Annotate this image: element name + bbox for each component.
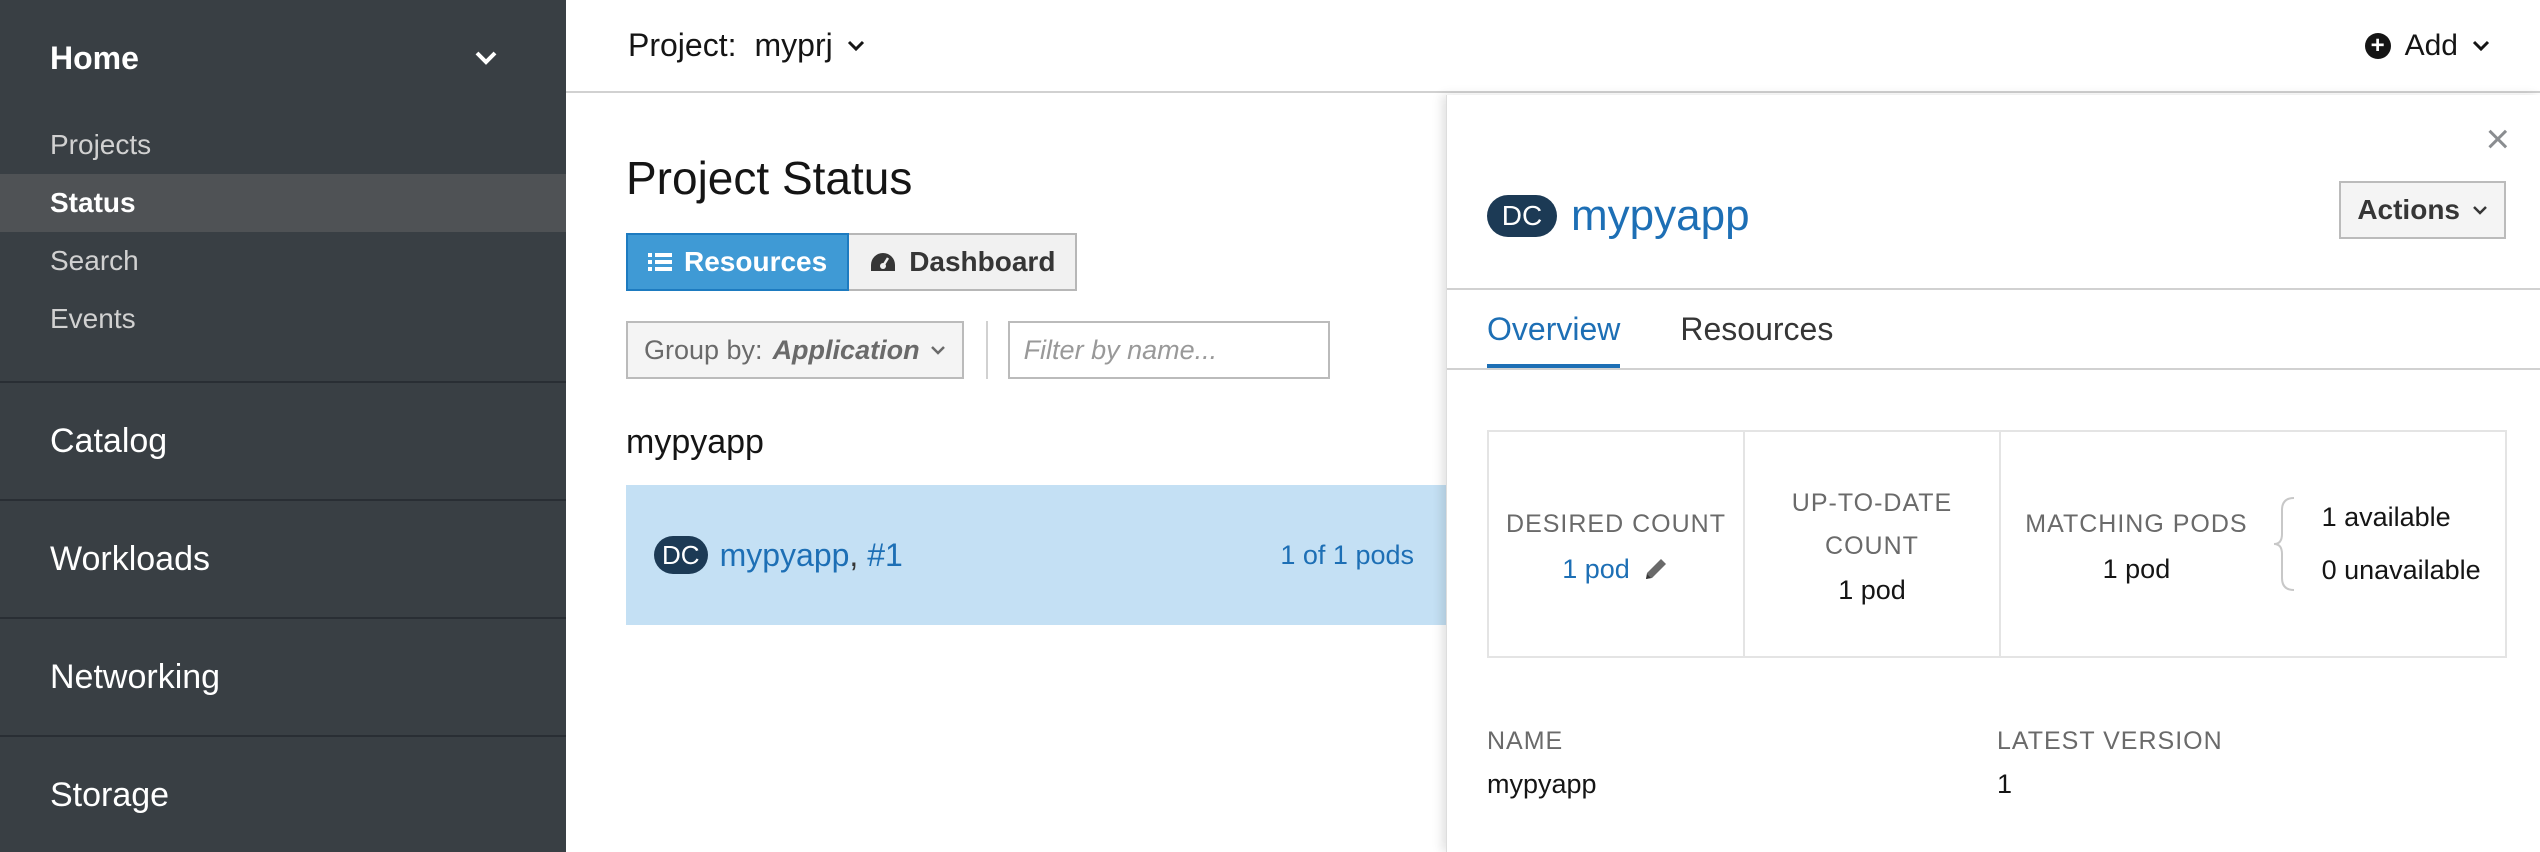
project-switcher[interactable]: Project: myprj bbox=[628, 27, 865, 64]
main-content: Project Status Resources Dashboard Group… bbox=[566, 95, 1446, 852]
sidebar-home-label: Home bbox=[50, 39, 139, 76]
sidebar-item-storage[interactable]: Storage bbox=[0, 735, 566, 852]
dc-version-link[interactable]: #1 bbox=[867, 537, 903, 573]
matching-pods-label: MATCHING PODS bbox=[2025, 510, 2248, 539]
list-icon bbox=[648, 253, 672, 271]
dc-link-group: mypyapp, #1 bbox=[720, 537, 903, 574]
sidebar-item-projects[interactable]: Projects bbox=[0, 116, 566, 174]
divider bbox=[985, 321, 988, 379]
filter-by-name-input[interactable] bbox=[1007, 321, 1330, 379]
name-value: mypyapp bbox=[1487, 769, 1597, 799]
sidebar-home-toggle[interactable]: Home bbox=[50, 36, 500, 80]
top-bar: Project: myprj + Add bbox=[566, 0, 2540, 93]
chevron-down-icon bbox=[2473, 206, 2487, 215]
dc-badge: DC bbox=[1487, 195, 1557, 237]
unavailable-count: 0 unavailable bbox=[2321, 555, 2481, 585]
resources-view-label: Resources bbox=[684, 246, 828, 277]
tab-resources[interactable]: Resources bbox=[1680, 290, 1833, 368]
deployment-config-row[interactable]: DC mypyapp, #1 1 of 1 pods bbox=[626, 485, 1446, 625]
panel-title: DC mypyapp bbox=[1487, 191, 1750, 241]
group-by-value: Application bbox=[772, 334, 920, 365]
chevron-down-icon bbox=[472, 44, 500, 72]
panel-resource-name[interactable]: mypyapp bbox=[1571, 191, 1750, 241]
latest-version-value: 1 bbox=[1997, 769, 2013, 799]
sidebar: Home Projects Status Search Events Catal… bbox=[0, 0, 566, 852]
sidebar-item-networking[interactable]: Networking bbox=[0, 617, 566, 735]
chevron-down-icon bbox=[930, 346, 945, 355]
uptodate-count-cell: UP-TO-DATE COUNT 1 pod bbox=[1745, 432, 2001, 656]
group-by-label: Group by: bbox=[644, 334, 763, 365]
group-by-dropdown[interactable]: Group by: Application bbox=[626, 321, 964, 379]
chevron-down-icon bbox=[847, 40, 864, 51]
availability-list: 1 available 0 unavailable bbox=[2322, 502, 2481, 586]
home-section: Home Projects Status Search Events bbox=[0, 0, 566, 381]
brace-icon bbox=[2273, 497, 2294, 591]
project-label: Project: bbox=[628, 27, 737, 63]
desired-count-cell: DESIRED COUNT 1 pod bbox=[1489, 432, 1745, 656]
uptodate-value: 1 pod bbox=[1838, 575, 1906, 605]
dashboard-view-label: Dashboard bbox=[909, 246, 1056, 277]
actions-dropdown[interactable]: Actions bbox=[2339, 181, 2506, 239]
add-label: Add bbox=[2404, 28, 2458, 62]
name-label: NAME bbox=[1487, 727, 1564, 755]
sidebar-item-workloads[interactable]: Workloads bbox=[0, 499, 566, 617]
chevron-down-icon bbox=[2472, 40, 2490, 51]
matching-pods-cell: MATCHING PODS 1 pod 1 available 0 unavai… bbox=[2001, 432, 2505, 656]
panel-tabs: Overview Resources bbox=[1447, 288, 2540, 370]
resources-view-button[interactable]: Resources bbox=[626, 233, 850, 291]
dc-badge: DC bbox=[654, 536, 708, 574]
sidebar-item-search[interactable]: Search bbox=[0, 232, 566, 290]
tab-overview[interactable]: Overview bbox=[1487, 290, 1621, 368]
close-icon[interactable]: × bbox=[2485, 115, 2510, 163]
matching-pods-value: 1 pod bbox=[2102, 553, 2171, 584]
add-button[interactable]: + Add bbox=[2364, 28, 2490, 63]
desired-count-edit[interactable]: 1 pod bbox=[1562, 554, 1670, 585]
page-title: Project Status bbox=[626, 152, 913, 204]
latest-version-label: LATEST VERSION bbox=[1997, 727, 2223, 755]
view-toggle: Resources Dashboard bbox=[626, 233, 1078, 291]
actions-label: Actions bbox=[2357, 194, 2460, 225]
filter-row: Group by: Application bbox=[626, 321, 1330, 379]
dc-separator: , bbox=[849, 536, 859, 573]
sidebar-item-events[interactable]: Events bbox=[0, 290, 566, 348]
available-count: 1 available bbox=[2321, 502, 2451, 532]
sidebar-home-subitems: Projects Status Search Events bbox=[0, 116, 566, 348]
pods-count: 1 of 1 pods bbox=[1280, 539, 1414, 570]
dc-name-link[interactable]: mypyapp bbox=[720, 537, 850, 573]
details-panel: × DC mypyapp Actions Overview Resources … bbox=[1446, 95, 2540, 852]
project-name: myprj bbox=[754, 27, 833, 63]
desired-count-label: DESIRED COUNT bbox=[1506, 510, 1726, 539]
uptodate-label-line2: COUNT bbox=[1825, 531, 1919, 560]
sidebar-item-catalog[interactable]: Catalog bbox=[0, 381, 566, 499]
dashboard-view-button[interactable]: Dashboard bbox=[849, 233, 1078, 291]
application-heading: mypyapp bbox=[626, 423, 764, 461]
uptodate-label-line1: UP-TO-DATE bbox=[1791, 489, 1953, 517]
desired-count-value: 1 pod bbox=[1562, 553, 1630, 584]
pencil-icon bbox=[1645, 559, 1666, 580]
pod-count-summary: DESIRED COUNT 1 pod UP-TO-DATE COUNT 1 p… bbox=[1487, 430, 2507, 658]
dashboard-icon bbox=[871, 253, 896, 271]
sidebar-item-status[interactable]: Status bbox=[0, 174, 566, 232]
plus-circle-icon: + bbox=[2364, 32, 2391, 59]
